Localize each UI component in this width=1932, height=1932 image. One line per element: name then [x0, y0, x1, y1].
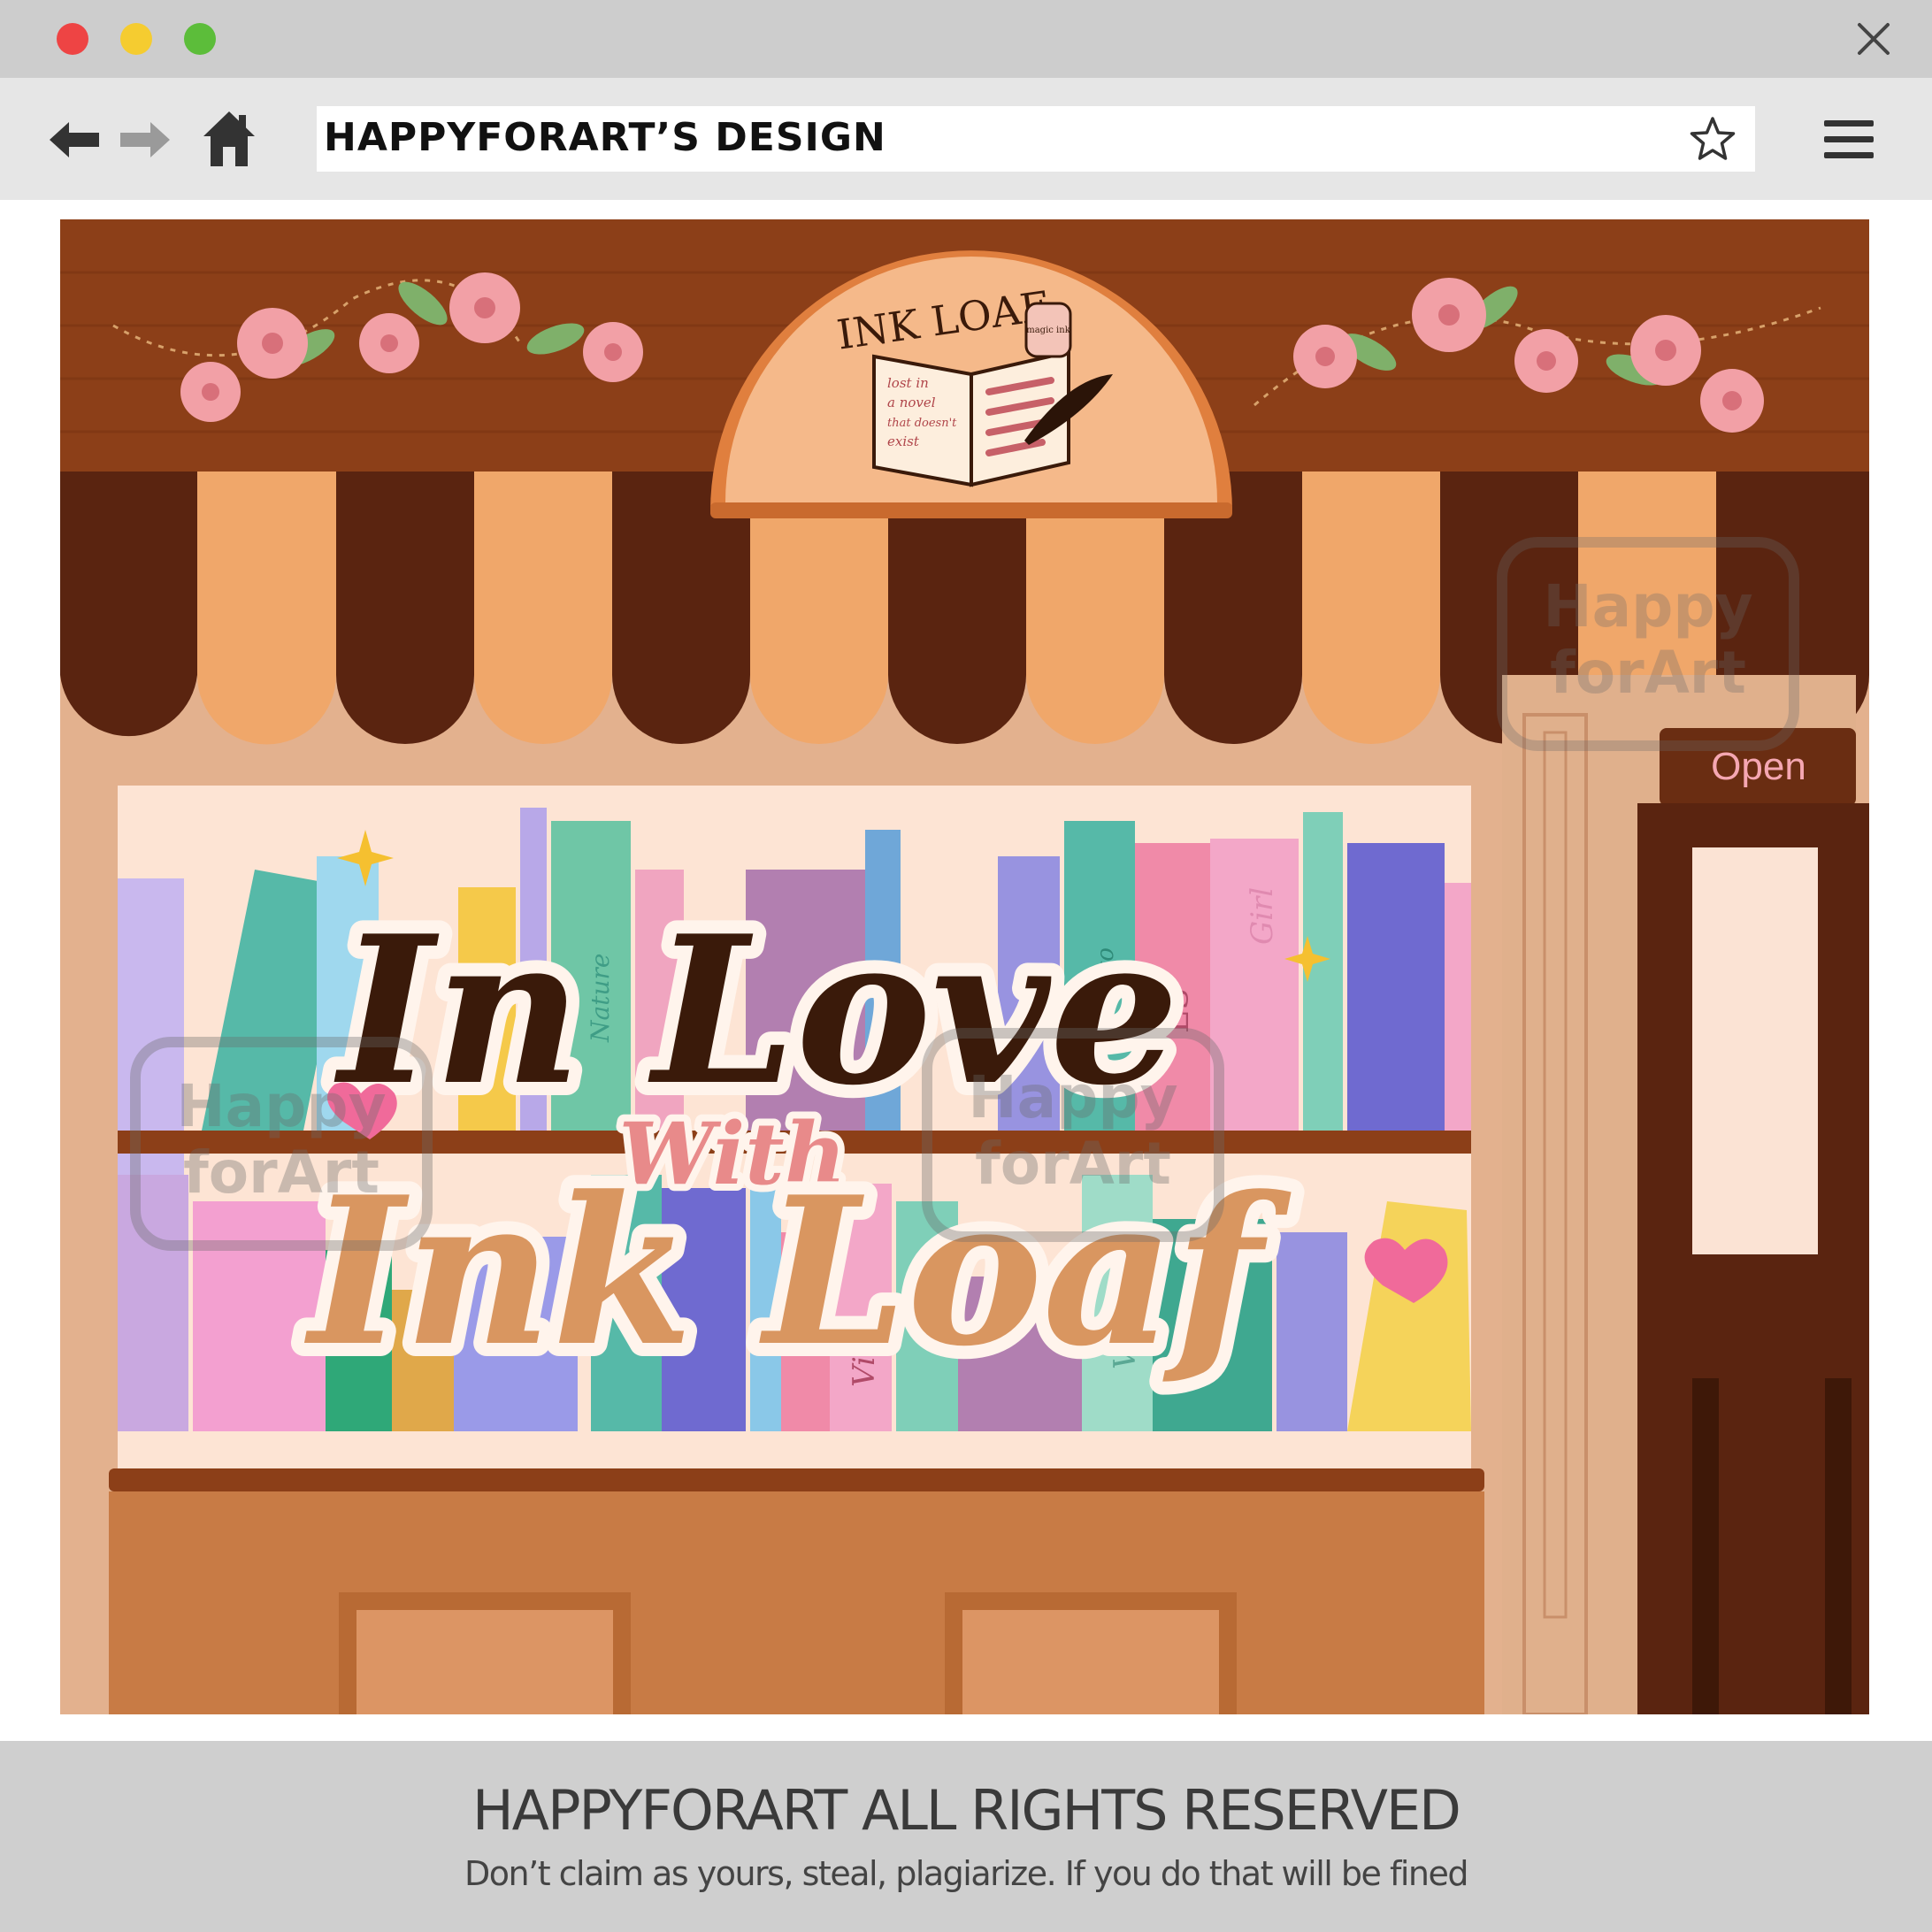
watermark-right-line2: forArt: [1550, 639, 1746, 707]
door-panel-left: [1692, 1378, 1719, 1714]
address-bar[interactable]: HAPPYFORART’S DESIGN: [317, 106, 1755, 172]
footer-subtitle: Don’t claim as yours, steal, plagiarize.…: [464, 1854, 1468, 1893]
watermark-right-line1: Happy: [1543, 572, 1752, 640]
address-title: HAPPYFORART’S DESIGN: [324, 115, 886, 160]
window-maximize-dot[interactable]: [184, 23, 216, 55]
bookshop-illustration: INK LOAF lost in a novel that doesn't ex…: [60, 219, 1869, 1714]
back-arrow-icon[interactable]: [46, 119, 103, 161]
forward-arrow-icon[interactable]: [117, 119, 173, 161]
storefront-scene: INK LOAF lost in a novel that doesn't ex…: [60, 219, 1869, 1714]
door-panel-right: [1825, 1378, 1852, 1714]
footer: HAPPYFORART ALL RIGHTS RESERVED Don’t cl…: [0, 1741, 1932, 1932]
sign-book-line-2: a novel: [887, 395, 936, 410]
watermark-center-line1: Happy: [968, 1063, 1177, 1131]
watermark-center-line2: forArt: [975, 1130, 1171, 1198]
sign-book-line-4: exist: [887, 433, 920, 449]
hamburger-menu-icon[interactable]: [1822, 119, 1875, 161]
close-icon[interactable]: [1854, 19, 1893, 58]
home-icon[interactable]: [202, 110, 257, 168]
star-icon[interactable]: [1688, 115, 1737, 165]
watermark-left-line2: forArt: [183, 1138, 380, 1207]
ink-jar-label: magic ink: [1026, 326, 1070, 335]
book-spine-girl: Girl: [1245, 887, 1280, 945]
window-minimize-dot[interactable]: [120, 23, 152, 55]
footer-title: HAPPYFORART ALL RIGHTS RESERVED: [472, 1778, 1461, 1843]
open-sign-text: Open: [1711, 745, 1806, 788]
shop-counter: [109, 1468, 1484, 1714]
door-window: [1692, 847, 1818, 1254]
window-close-dot[interactable]: [57, 23, 88, 55]
sign-book-line-3: that doesn't: [887, 417, 957, 430]
sign-book-line-1: lost in: [887, 375, 929, 391]
watermark-left-line1: Happy: [176, 1072, 386, 1140]
window-titlebar: [0, 0, 1932, 78]
